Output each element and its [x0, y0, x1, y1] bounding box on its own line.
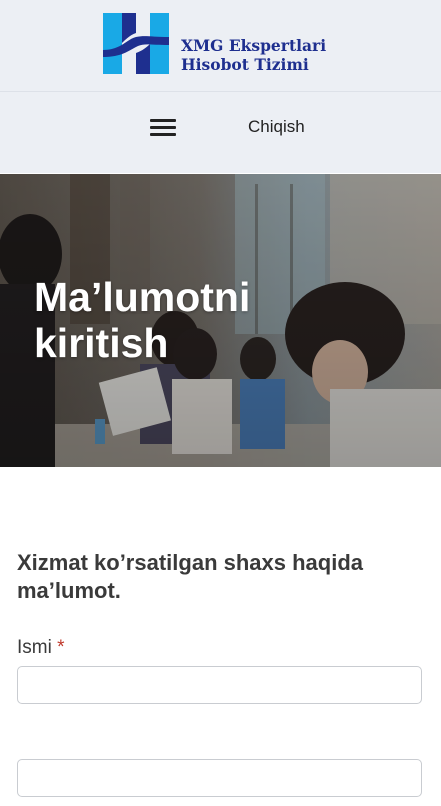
logo-line-2: Hisobot Tizimi — [181, 55, 309, 74]
logo-mark-icon — [103, 13, 169, 74]
logout-link[interactable]: Chiqish — [248, 117, 305, 137]
hero-banner: Ma’lumotni kiritish — [0, 174, 441, 467]
name-field-label: Ismi * — [17, 637, 65, 659]
page-title: Ma’lumotni kiritish — [34, 274, 251, 366]
header-divider — [0, 91, 441, 92]
logo-line-1: XMG Ekspertlari — [181, 36, 327, 55]
site-header: XMG Ekspertlari Hisobot Tizimi Chiqish — [0, 0, 441, 173]
logo-text: XMG Ekspertlari Hisobot Tizimi — [181, 36, 326, 74]
form-section: Xizmat ko’rsatilgan shaxs haqida ma’lumo… — [17, 549, 422, 605]
section-heading: Xizmat ko’rsatilgan shaxs haqida ma’lumo… — [17, 550, 364, 603]
site-logo[interactable]: XMG Ekspertlari Hisobot Tizimi — [103, 13, 343, 75]
name-input[interactable] — [17, 666, 422, 704]
required-marker: * — [57, 637, 65, 658]
hamburger-icon[interactable] — [148, 116, 178, 138]
name-field-label-text: Ismi — [17, 637, 52, 658]
next-field-input[interactable] — [17, 759, 422, 797]
